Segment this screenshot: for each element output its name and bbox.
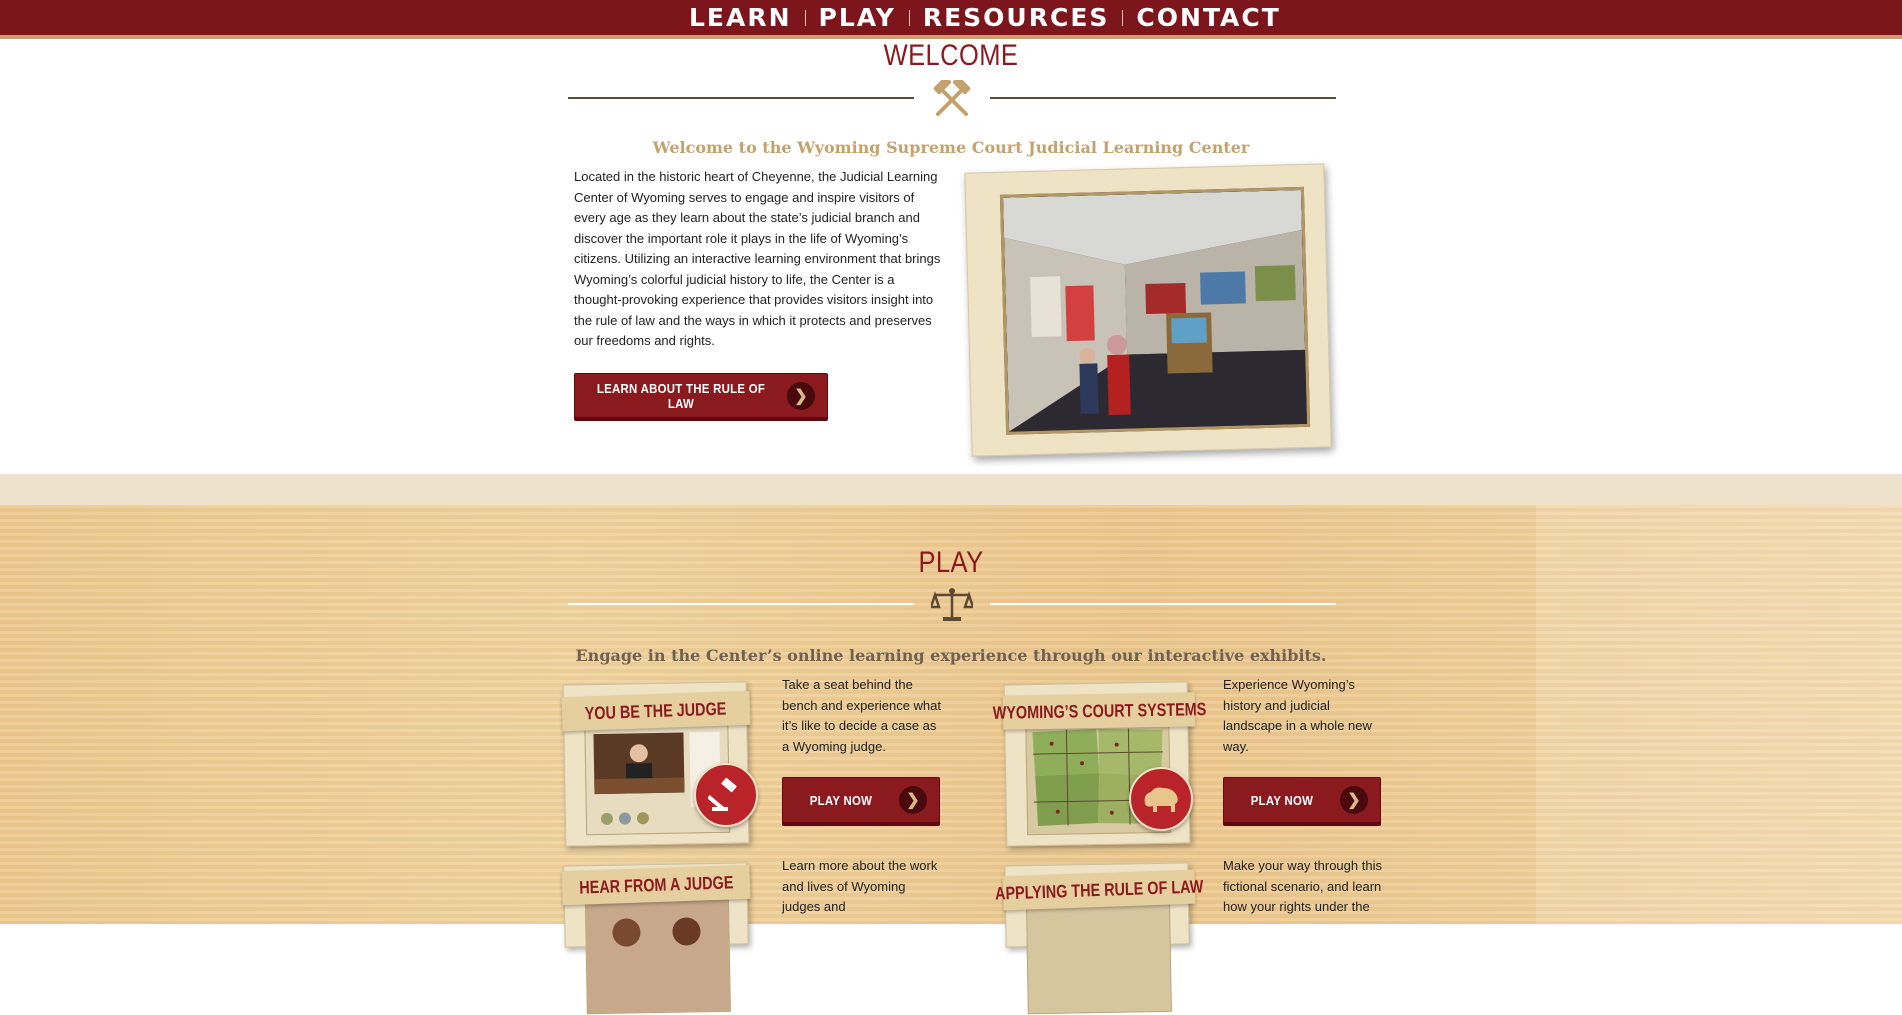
card-title: HEAR FROM A JUDGE	[578, 871, 734, 898]
arrow-right-icon: ❯	[899, 786, 927, 814]
exhibit-hall-photo	[999, 186, 1311, 435]
card-title-banner: APPLYING THE RULE OF LAW	[995, 869, 1203, 911]
divider-right	[990, 603, 1336, 605]
learn-rule-of-law-button[interactable]: LEARN ABOUT THE RULE OF LAW ❯	[574, 373, 828, 418]
play-now-button[interactable]: PLAY NOW ❯	[1223, 777, 1381, 823]
exhibit-thumbnail	[584, 899, 731, 1015]
card-title-banner: YOU BE THE JUDGE	[561, 690, 751, 732]
photo-frame	[964, 163, 1332, 457]
card-description: Experience Wyoming’s history and judicia…	[1223, 677, 1372, 754]
card-title: APPLYING THE RULE OF LAW	[994, 875, 1204, 904]
arrow-right-icon: ❯	[1340, 786, 1368, 814]
judges-portrait-illustration	[585, 900, 730, 1014]
gavel-glyph	[708, 777, 737, 811]
bison-glyph	[1144, 787, 1178, 812]
nav-resources[interactable]: RESOURCES	[910, 0, 1123, 35]
play-now-button[interactable]: PLAY NOW ❯	[782, 777, 940, 823]
card-title-banner: WYOMING’S COURT SYSTEMS	[992, 692, 1206, 730]
nav-links: LEARN PLAY RESOURCES CONTACT	[676, 0, 1294, 35]
button-label: LEARN ABOUT THE RULE OF LAW	[596, 380, 766, 411]
nav-play[interactable]: PLAY	[806, 0, 909, 35]
play-title: PLAY	[918, 546, 984, 579]
welcome-body: Located in the historic heart of Cheyenn…	[574, 169, 941, 348]
divider-left	[568, 603, 914, 605]
card-description: Take a seat behind the bench and experie…	[782, 677, 942, 754]
button-label: PLAY NOW	[1250, 792, 1314, 808]
divider-right	[990, 97, 1336, 99]
arrow-right-icon: ❯	[787, 381, 815, 410]
button-label: PLAY NOW	[809, 792, 873, 808]
crossed-gavels-icon	[933, 80, 971, 116]
card-title-banner: HEAR FROM A JUDGE	[561, 864, 751, 906]
nav-contact[interactable]: CONTACT	[1123, 0, 1293, 35]
card-description: Make your way through this fictional sce…	[1223, 858, 1382, 914]
card-description: Learn more about the work and lives of W…	[782, 858, 938, 914]
divider-left	[568, 97, 914, 99]
bison-icon	[1129, 767, 1193, 831]
card-title: YOU BE THE JUDGE	[584, 698, 728, 723]
exhibit-hall-illustration	[1003, 189, 1308, 432]
scenario-illustration	[1026, 900, 1171, 1014]
welcome-subtitle: Welcome to the Wyoming Supreme Court Jud…	[652, 138, 1250, 157]
welcome-title: WELCOME	[883, 39, 1019, 72]
section-band	[0, 474, 1902, 505]
gavel-icon	[694, 763, 758, 827]
nav-learn[interactable]: LEARN	[676, 0, 805, 35]
top-navigation: LEARN PLAY RESOURCES CONTACT	[0, 0, 1902, 39]
play-subtitle: Engage in the Center’s online learning e…	[575, 646, 1327, 665]
exhibit-thumbnail	[1025, 899, 1172, 1015]
card-title: WYOMING’S COURT SYSTEMS	[992, 698, 1206, 723]
scales-of-justice-icon	[931, 588, 973, 621]
